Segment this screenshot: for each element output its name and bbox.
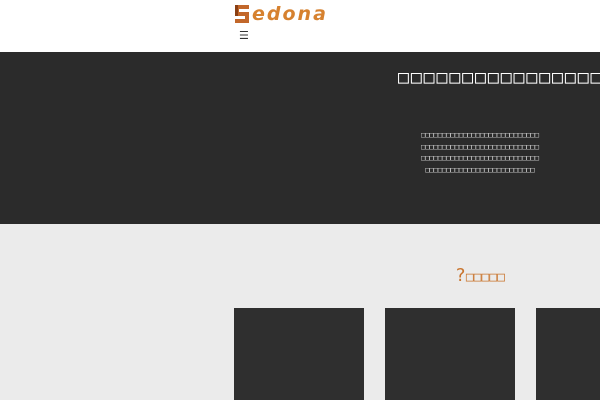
card-1[interactable] xyxy=(234,308,364,400)
section-title-first: ? xyxy=(455,265,466,286)
hero-banner: □□□□□□□□□□□□□□□□ □□□□□□□□□□□□□□□□□□□□□□□… xyxy=(0,52,600,224)
site-logo[interactable]: edona xyxy=(233,0,328,24)
card-3[interactable] xyxy=(536,308,600,400)
section-title: ?□□□□□ xyxy=(440,265,520,289)
logo-text: edona xyxy=(252,3,328,25)
card-2[interactable] xyxy=(385,308,515,400)
logo-s-icon xyxy=(233,4,251,24)
section-title-rest: □□□□□ xyxy=(465,270,505,285)
hero-title: □□□□□□□□□□□□□□□□ xyxy=(398,67,600,88)
site-header: edona ☰ xyxy=(0,0,600,52)
menu-toggle-icon[interactable]: ☰ xyxy=(239,30,251,42)
hero-body: □□□□□□□□□□□□□□□□□□□□□□□□□□□□□□□□□□□□□□□□… xyxy=(420,131,539,175)
